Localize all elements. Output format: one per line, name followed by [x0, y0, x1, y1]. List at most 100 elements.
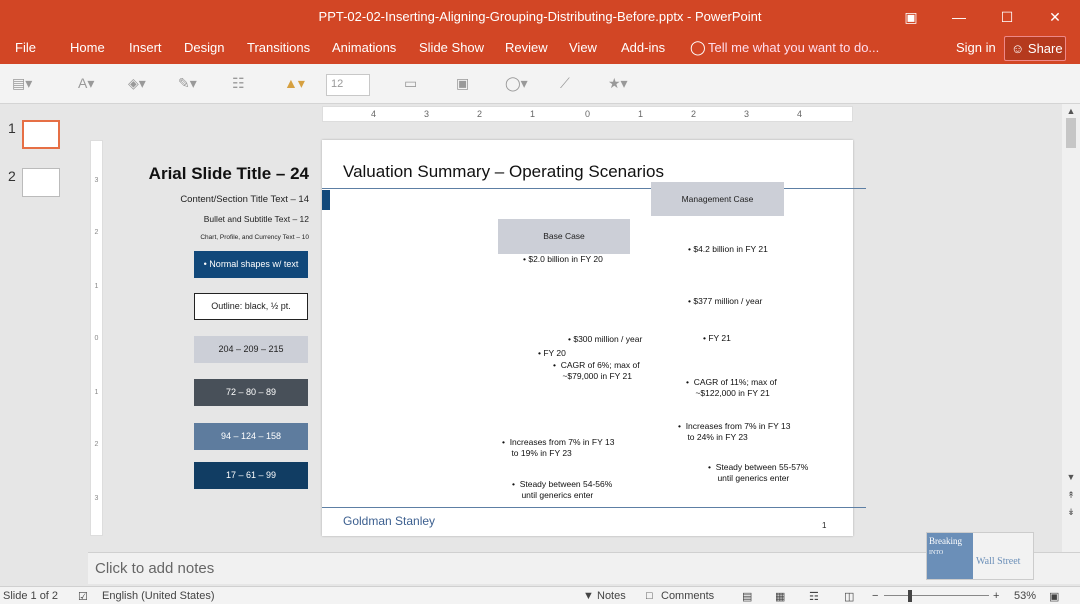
tab-file[interactable]: File	[15, 40, 36, 55]
notes-toggle[interactable]: Notes	[597, 590, 626, 602]
rectangle-icon[interactable]: ▭	[404, 75, 417, 92]
thumb-number-2: 2	[8, 168, 16, 184]
base-case-box[interactable]: Base Case	[498, 219, 630, 254]
line-icon[interactable]: ⟋	[560, 75, 570, 92]
ruler-tick: 3	[94, 495, 99, 502]
comments-icon[interactable]: □	[646, 590, 653, 602]
bullet-mgmt-5[interactable]: • Increases from 7% in FY 13 to 24% in F…	[678, 421, 790, 443]
bullet-mgmt-6[interactable]: • Steady between 55-57% until generics e…	[708, 462, 808, 484]
close-button[interactable]: ✕	[1042, 4, 1068, 30]
scroll-down-icon[interactable]: ▼	[1062, 472, 1080, 482]
page-number: 1	[822, 521, 827, 530]
swatch-dark-gray[interactable]: 72 – 80 – 89	[194, 379, 308, 406]
swatch-navy[interactable]: 17 – 61 – 99	[194, 462, 308, 489]
horizontal-ruler: 4 3 2 1 0 1 2 3 4	[322, 106, 853, 122]
bullet-base-2[interactable]: • $300 million / year	[568, 334, 642, 345]
tab-transitions[interactable]: Transitions	[247, 40, 310, 55]
sign-in-link[interactable]: Sign in	[956, 40, 996, 55]
accent-bar	[322, 190, 330, 210]
ribbon-toolbar: ▤▾ A▾ ◈▾ ✎▾ ☷ ▲▾ 12 ▭ ▣ ◯▾ ⟋ ★▾	[0, 64, 1080, 104]
ribbon-display-icon[interactable]: ▣	[898, 4, 924, 30]
shapes-icon[interactable]: ▲▾	[284, 75, 305, 92]
logo-text-3: Wall Street	[976, 556, 1021, 567]
tab-home[interactable]: Home	[70, 40, 105, 55]
minimize-button[interactable]: —	[946, 4, 972, 30]
slideshow-icon[interactable]: ◫	[844, 590, 854, 603]
outline-icon[interactable]: ✎▾	[178, 75, 197, 92]
normal-view-icon[interactable]: ▤	[742, 590, 752, 603]
ruler-tick: 0	[94, 335, 99, 342]
swatch-normal-shapes[interactable]: • Normal shapes w/ text	[194, 251, 308, 278]
slide-thumbnail-1[interactable]	[22, 120, 60, 149]
accessibility-icon[interactable]: ☑	[78, 590, 88, 603]
tell-me-search[interactable]: Tell me what you want to do...	[708, 40, 879, 55]
arrange-icon[interactable]: ☷	[232, 75, 245, 92]
next-slide-icon[interactable]: ↡	[1062, 507, 1080, 518]
font-color-icon[interactable]: A▾	[78, 75, 94, 92]
vertical-ruler: 3 2 1 0 1 2 3	[90, 140, 103, 536]
bullet-base-5[interactable]: • Increases from 7% in FY 13 to 19% in F…	[502, 437, 614, 459]
comments-toggle[interactable]: Comments	[661, 590, 714, 602]
zoom-slider-thumb[interactable]	[908, 590, 912, 602]
notes-placeholder: Click to add notes	[95, 560, 215, 577]
bullet-base-6[interactable]: • Steady between 54-56% until generics e…	[512, 479, 612, 501]
previous-slide-icon[interactable]: ↟	[1062, 490, 1080, 501]
notes-icon[interactable]: ▼	[583, 590, 594, 602]
effects-icon[interactable]: ★▾	[608, 75, 628, 92]
title-bar: PPT-02-02-Inserting-Aligning-Grouping-Di…	[0, 0, 1080, 34]
swatch-outline[interactable]: Outline: black, ½ pt.	[194, 293, 308, 320]
zoom-in-icon[interactable]: +	[993, 590, 999, 602]
bullet-mgmt-4[interactable]: • CAGR of 11%; max of ~$122,000 in FY 21	[686, 377, 777, 399]
reading-view-icon[interactable]: ☶	[809, 590, 819, 603]
tab-insert[interactable]: Insert	[129, 40, 162, 55]
ruler-tick: 1	[94, 389, 99, 396]
tab-design[interactable]: Design	[184, 40, 224, 55]
ribbon-tabs: File Home Insert Design Transitions Anim…	[0, 34, 1080, 64]
style-line-14: Content/Section Title Text – 14	[180, 194, 309, 205]
slide-canvas[interactable]: Valuation Summary – Operating Scenarios …	[322, 140, 866, 536]
bullet-mgmt-1[interactable]: • $4.2 billion in FY 21	[688, 244, 768, 255]
fit-to-window-icon[interactable]: ▣	[1049, 590, 1059, 603]
scroll-up-icon[interactable]: ▲	[1062, 106, 1080, 116]
swatch-steel-blue[interactable]: 94 – 124 – 158	[194, 423, 308, 450]
swatch-gray[interactable]: 204 – 209 – 215	[194, 336, 308, 363]
style-guide-panel: Arial Slide Title – 24 Content/Section T…	[104, 140, 320, 536]
slide-title[interactable]: Valuation Summary – Operating Scenarios	[343, 162, 664, 182]
maximize-button[interactable]: ☐	[994, 4, 1020, 30]
language-status[interactable]: English (United States)	[102, 590, 215, 602]
tab-view[interactable]: View	[569, 40, 597, 55]
ruler-tick: 3	[744, 109, 750, 119]
tab-slide-show[interactable]: Slide Show	[419, 40, 484, 55]
bullet-mgmt-2[interactable]: • $377 million / year	[688, 296, 762, 307]
management-case-box[interactable]: Management Case	[651, 182, 784, 216]
scroll-thumb[interactable]	[1066, 118, 1076, 148]
share-button[interactable]: ☺ Share	[1004, 36, 1066, 61]
bullet-mgmt-3[interactable]: • FY 21	[703, 333, 731, 344]
footer-company[interactable]: Goldman Stanley	[343, 514, 435, 528]
tab-animations[interactable]: Animations	[332, 40, 396, 55]
vertical-scrollbar[interactable]: ▲ ▼ ↟ ↡	[1062, 104, 1080, 552]
zoom-slider[interactable]	[884, 595, 989, 596]
font-size-field[interactable]: 12	[326, 74, 370, 96]
slide-sorter-icon[interactable]: ▦	[775, 590, 785, 603]
person-icon: ☺	[1011, 41, 1025, 56]
zoom-level[interactable]: 53%	[1014, 590, 1036, 602]
textbox-icon[interactable]: ▣	[456, 75, 469, 92]
bullet-base-1[interactable]: • $2.0 billion in FY 20	[523, 254, 603, 265]
thumb-number-1: 1	[8, 120, 16, 136]
paste-icon[interactable]: ▤▾	[12, 75, 32, 92]
group-shapes-icon[interactable]: ◯▾	[505, 75, 528, 92]
zoom-out-icon[interactable]: −	[872, 590, 878, 602]
tab-review[interactable]: Review	[505, 40, 548, 55]
slide-thumbnail-2[interactable]	[22, 168, 60, 197]
tab-add-ins[interactable]: Add-ins	[621, 40, 665, 55]
ruler-tick: 3	[424, 109, 430, 119]
ruler-tick: 0	[585, 109, 591, 119]
bullet-base-3[interactable]: • FY 20	[538, 348, 566, 359]
breaking-into-wall-street-logo: Breaking INTO Wall Street	[926, 532, 1034, 580]
style-title: Arial Slide Title – 24	[148, 164, 309, 183]
fill-icon[interactable]: ◈▾	[128, 75, 146, 92]
bullet-base-4[interactable]: • CAGR of 6%; max of ~$79,000 in FY 21	[553, 360, 640, 382]
ruler-tick: 3	[94, 177, 99, 184]
footer-rule	[322, 507, 866, 508]
